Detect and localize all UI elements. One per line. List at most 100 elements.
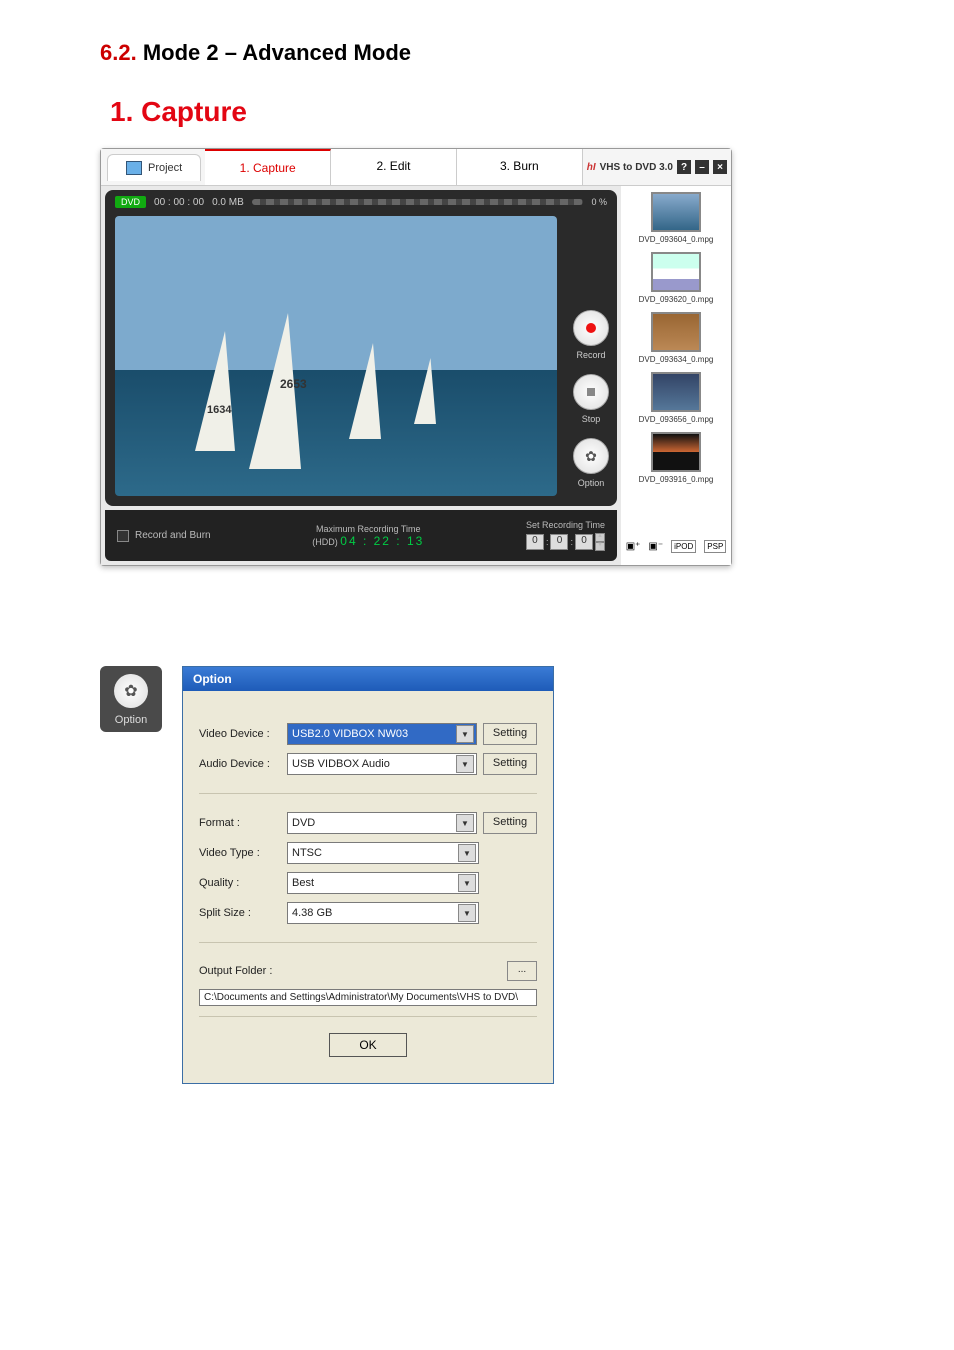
stop-label: Stop [582,414,601,424]
hours-input[interactable]: 0 [526,534,544,550]
header-mode: Advanced Mode [242,40,411,65]
chevron-down-icon: ▼ [456,725,474,743]
quality-label: Quality : [199,877,281,889]
app-topbar: Project 1. Capture 2. Edit 3. Burn hI VH… [101,149,731,186]
split-size-select[interactable]: 4.38 GB ▼ [287,902,479,924]
clip-name: DVD_093620_0.mpg [639,295,714,304]
tab-capture[interactable]: 1. Capture [205,149,331,185]
ipod-icon[interactable]: iPOD [671,540,696,553]
ok-button[interactable]: OK [329,1033,407,1057]
video-device-setting-button[interactable]: Setting [483,723,537,745]
output-folder-path[interactable]: C:\Documents and Settings\Administrator\… [199,989,537,1006]
add-icon[interactable]: ▣⁺ [626,541,641,552]
titlebar: hI VHS to DVD 3.0 ? – × [583,160,731,174]
hdd-label: (HDD) [312,537,338,547]
section-title: 1. Capture [0,86,954,148]
capture-area: DVD 00 : 00 : 00 0.0 MB 0 % 2653 1634 Re… [105,190,617,506]
tab-burn[interactable]: 3. Burn [457,149,583,185]
option-dialog: Option Video Device : USB2.0 VIDBOX NW03… [182,666,554,1084]
project-tab[interactable]: Project [107,154,201,181]
clip-item[interactable]: DVD_093656_0.mpg [639,372,714,424]
chevron-down-icon: ▼ [458,904,476,922]
progress-bar [252,199,584,205]
stop-button[interactable] [573,374,609,410]
main-tabs: 1. Capture 2. Edit 3. Burn [205,149,583,185]
header-dash: – [225,40,237,65]
minimize-button[interactable]: – [695,160,709,174]
format-value: DVD [292,817,315,829]
header-label: Mode 2 [143,40,219,65]
format-select[interactable]: DVD ▼ [287,812,477,834]
boat-number-b: 1634 [207,404,231,416]
option-button[interactable]: ✿ [573,438,609,474]
help-button[interactable]: ? [677,160,691,174]
max-recording-time: Maximum Recording Time (HDD) 04 : 22 : 1… [312,524,424,548]
option-button-large[interactable]: ✿ Option [100,666,162,732]
time-spinner[interactable]: ▲▼ [595,533,605,551]
export-icons: ▣⁺ ▣⁻ iPOD PSP [626,534,727,559]
max-time-value: 04 : 22 : 13 [340,534,424,548]
quality-select[interactable]: Best ▼ [287,872,479,894]
video-device-value: USB2.0 VIDBOX NW03 [292,728,408,740]
clip-item[interactable]: DVD_093634_0.mpg [639,312,714,364]
set-time-label: Set Recording Time [526,520,605,530]
clip-name: DVD_093656_0.mpg [639,415,714,424]
max-label: Maximum Recording Time [312,524,424,534]
video-device-label: Video Device : [199,728,281,740]
psp-icon[interactable]: PSP [704,540,726,553]
between-text: Click the 'Option' Button to Set Options… [0,604,750,627]
logo-icon: hI [587,162,596,173]
remove-icon[interactable]: ▣⁻ [648,541,663,552]
video-device-select[interactable]: USB2.0 VIDBOX NW03 ▼ [287,723,477,745]
record-button[interactable] [573,310,609,346]
chevron-down-icon: ▼ [458,844,476,862]
record-and-burn[interactable]: Record and Burn [117,530,211,542]
output-folder-label: Output Folder : [199,965,272,977]
split-size-value: 4.38 GB [292,907,332,919]
video-preview: 2653 1634 [115,216,557,496]
audio-device-select[interactable]: USB VIDBOX Audio ▼ [287,753,477,775]
clip-item[interactable]: DVD_093916_0.mpg [639,432,714,484]
project-icon [126,161,142,175]
video-type-select[interactable]: NTSC ▼ [287,842,479,864]
clip-item[interactable]: DVD_093620_0.mpg [639,252,714,304]
close-button[interactable]: × [713,160,727,174]
side-controls: Record Stop ✿ Option [573,310,609,488]
header-number: 6.2. [100,40,137,65]
progress-pct: 0 % [591,197,607,207]
footer-row: Record and Burn Maximum Recording Time (… [105,510,617,561]
tab-edit[interactable]: 2. Edit [331,149,457,185]
app-title: VHS to DVD 3.0 [600,162,673,173]
format-setting-button[interactable]: Setting [483,812,537,834]
clip-name: DVD_093604_0.mpg [639,235,714,244]
set-recording-time: Set Recording Time 0: 0: 0 ▲▼ [526,520,605,551]
audio-device-label: Audio Device : [199,758,281,770]
page-header: 6.2. Mode 2 – Advanced Mode [0,0,954,86]
clip-thumb-icon [651,372,701,412]
app-body: DVD 00 : 00 : 00 0.0 MB 0 % 2653 1634 Re… [101,186,731,565]
record-burn-checkbox[interactable] [117,530,129,542]
record-icon [586,323,596,333]
clip-thumb-icon [651,312,701,352]
dialog-title: Option [183,667,553,691]
option-section: ✿ Option Option Video Device : USB2.0 VI… [100,666,954,1084]
audio-device-value: USB VIDBOX Audio [292,758,390,770]
record-burn-label: Record and Burn [135,530,211,541]
quality-value: Best [292,877,314,889]
format-badge: DVD [115,196,146,208]
record-label: Record [576,350,605,360]
clip-item[interactable]: DVD_093604_0.mpg [639,192,714,244]
stop-icon [587,388,595,396]
video-type-label: Video Type : [199,847,281,859]
clip-thumb-icon [651,432,701,472]
status-row: DVD 00 : 00 : 00 0.0 MB 0 % [105,190,617,214]
browse-button[interactable]: ... [507,961,537,981]
option-large-label: Option [115,714,147,726]
intro-text: Capture video and save it on your PC. [0,566,954,604]
minutes-input[interactable]: 0 [550,534,568,550]
gear-icon: ✿ [114,674,148,708]
clip-list: DVD_093604_0.mpg DVD_093620_0.mpg DVD_09… [621,186,731,565]
clip-thumb-icon [651,252,701,292]
audio-device-setting-button[interactable]: Setting [483,753,537,775]
seconds-input[interactable]: 0 [575,534,593,550]
